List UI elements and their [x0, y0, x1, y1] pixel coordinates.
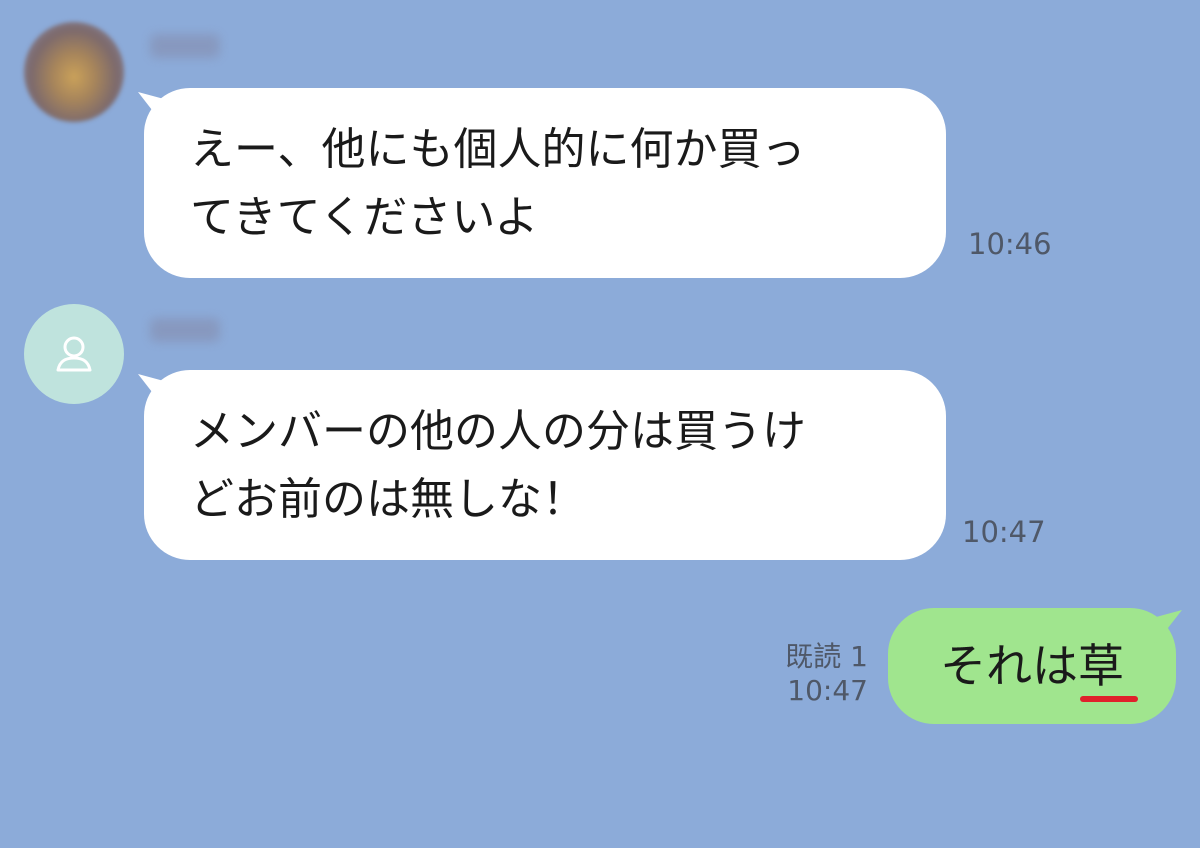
message-text: メンバーの他の人の分は買うけ どお前のは無しな！ — [190, 406, 806, 525]
message-text: それは — [940, 639, 1078, 693]
sender-name-blurred — [150, 318, 220, 342]
message-text: えー、他にも個人的に何か買っ てきてくださいよ — [190, 124, 806, 243]
incoming-message-bubble[interactable]: えー、他にも個人的に何か買っ てきてくださいよ — [144, 88, 946, 278]
sender-name-blurred — [150, 34, 220, 58]
incoming-message-bubble[interactable]: メンバーの他の人の分は買うけ どお前のは無しな！ — [144, 370, 946, 560]
message-timestamp: 10:46 — [968, 227, 1052, 261]
message-timestamp: 10:47 — [787, 674, 868, 707]
sender-avatar-default[interactable] — [24, 304, 124, 404]
highlight-underline — [1080, 696, 1138, 702]
person-outline-icon — [56, 336, 92, 372]
highlighted-word: 草 — [1078, 639, 1124, 693]
outgoing-message-meta: 既読 1 10:47 — [785, 640, 868, 708]
read-receipt: 既読 1 — [785, 640, 868, 673]
sender-avatar-photo[interactable] — [24, 22, 124, 122]
outgoing-message-bubble[interactable]: それは草 — [888, 608, 1176, 724]
message-timestamp: 10:47 — [962, 515, 1046, 549]
